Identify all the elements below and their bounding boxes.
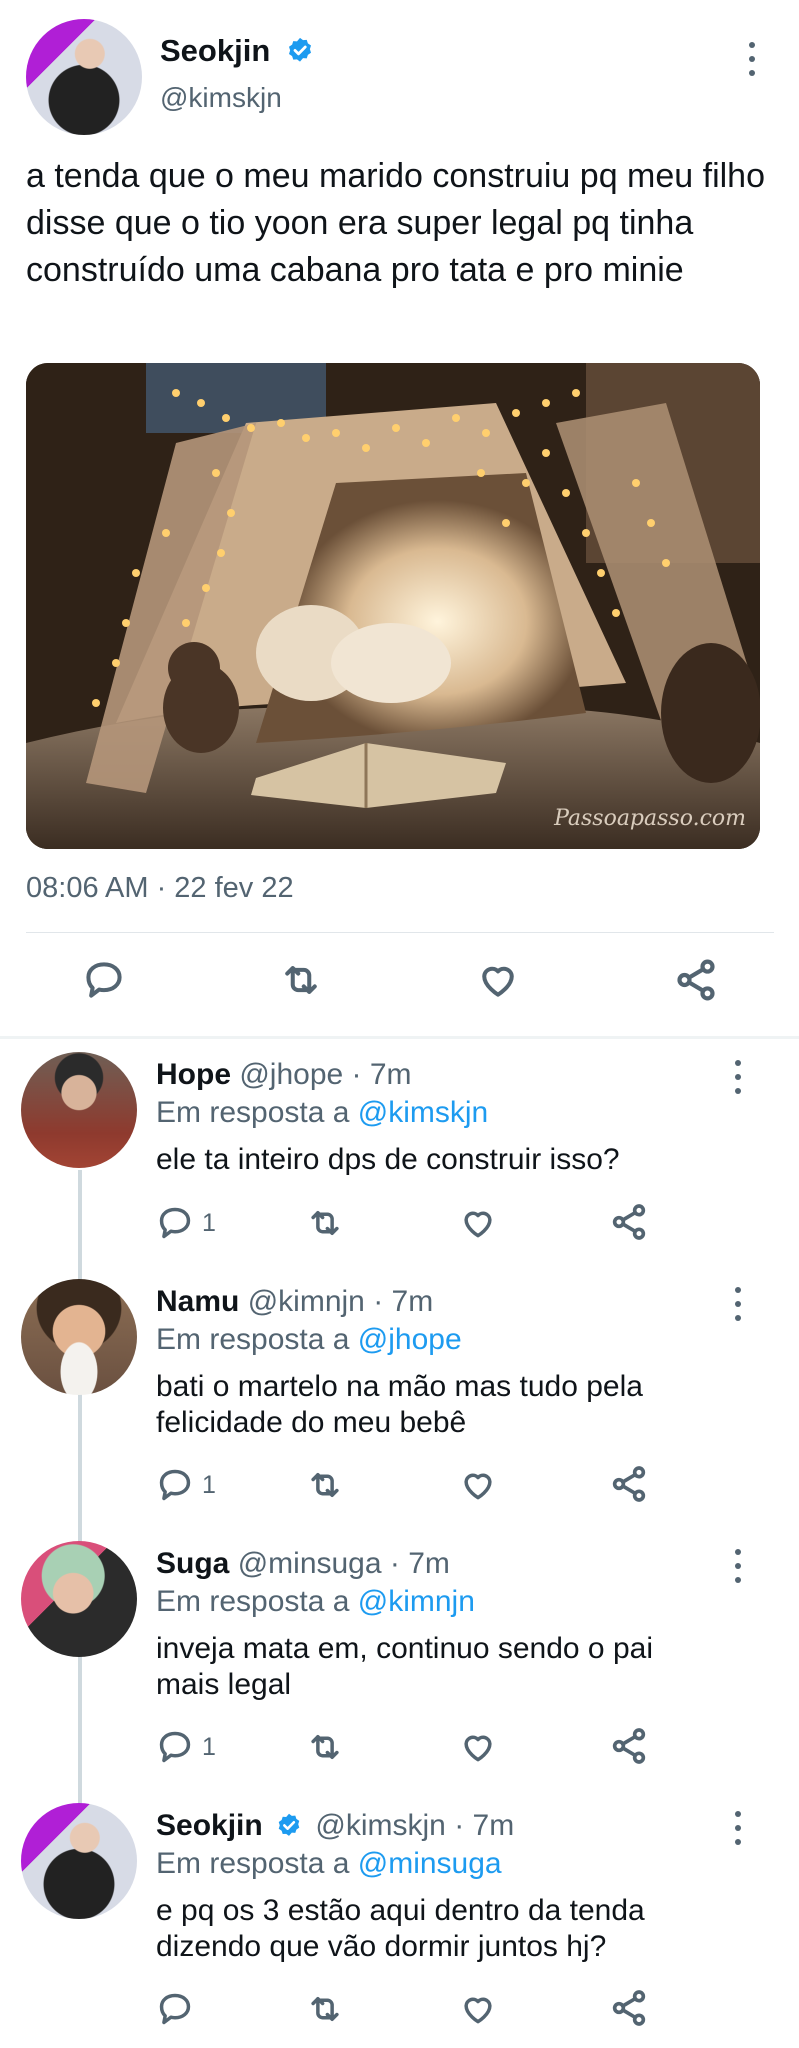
reply-context-label: Em resposta a — [156, 1847, 350, 1880]
author-handle[interactable]: @kimskjn — [160, 82, 282, 114]
share-icon[interactable] — [609, 1202, 649, 1242]
share-icon[interactable] — [609, 1464, 649, 1504]
reply-avatar[interactable] — [21, 1541, 137, 1657]
reply-author-handle[interactable]: @kimskjn — [315, 1809, 445, 1842]
reply-icon — [159, 1469, 191, 1501]
reply-header: Hope @jhope · 7m — [156, 1058, 412, 1092]
reply-icon[interactable] — [79, 955, 129, 1005]
reply-button[interactable] — [156, 1990, 202, 2028]
reply-author-handle[interactable]: @jhope — [239, 1058, 343, 1091]
reply-time: · 7m — [454, 1809, 515, 1842]
section-separator — [0, 1036, 799, 1039]
more-options-icon[interactable] — [740, 42, 764, 76]
reply-context-label: Em resposta a — [156, 1323, 350, 1356]
author-name[interactable]: Seokjin — [160, 33, 270, 68]
reply-context: Em resposta a @kimnjn — [156, 1585, 475, 1619]
reply-context-label: Em resposta a — [156, 1096, 350, 1129]
reply-button[interactable]: 1 — [156, 1204, 216, 1242]
reply-context-label: Em resposta a — [156, 1585, 350, 1618]
share-icon[interactable] — [609, 1726, 649, 1766]
more-options-icon[interactable] — [726, 1287, 750, 1321]
verified-badge-icon — [288, 37, 311, 62]
reply-header: Suga @minsuga · 7m — [156, 1547, 450, 1581]
reply-time: · 7m — [373, 1285, 434, 1318]
tweet-image[interactable]: Passoapasso.com — [26, 363, 760, 849]
thread-connector — [78, 1170, 82, 1810]
reply-context: Em resposta a @kimskjn — [156, 1096, 488, 1130]
reply-text: e pq os 3 estão aqui dentro da tenda diz… — [156, 1894, 645, 1963]
reply-count: 1 — [202, 1732, 216, 1761]
reply-context: Em resposta a @jhope — [156, 1323, 462, 1357]
like-icon[interactable] — [458, 1204, 498, 1242]
retweet-icon[interactable] — [304, 1466, 346, 1504]
reply-icon — [159, 1993, 191, 2025]
author-avatar[interactable] — [26, 19, 142, 135]
tweet-actions — [26, 955, 774, 1015]
reply-count: 1 — [202, 1470, 216, 1499]
like-icon[interactable] — [473, 955, 523, 1005]
more-options-icon[interactable] — [726, 1811, 750, 1845]
divider — [26, 932, 774, 933]
verified-badge-icon — [278, 1813, 300, 1836]
like-icon[interactable] — [458, 1466, 498, 1504]
reply-icon — [159, 1207, 191, 1239]
more-options-icon[interactable] — [726, 1549, 750, 1583]
reply-author-name[interactable]: Hope — [156, 1058, 231, 1091]
reply-author-name[interactable]: Suga — [156, 1547, 229, 1580]
retweet-icon[interactable] — [304, 1728, 346, 1766]
share-icon[interactable] — [609, 1988, 649, 2028]
reply-author-handle[interactable]: @kimnjn — [248, 1285, 365, 1318]
reply-text: ele ta inteiro dps de construir isso? — [156, 1143, 620, 1176]
reply-to-link[interactable]: @kimnjn — [358, 1585, 475, 1618]
reply-text: bati o martelo na mão mas tudo pela feli… — [156, 1370, 643, 1439]
retweet-icon[interactable] — [304, 1204, 346, 1242]
like-icon[interactable] — [458, 1728, 498, 1766]
more-options-icon[interactable] — [726, 1060, 750, 1094]
retweet-icon[interactable] — [276, 955, 326, 1005]
reply-author-name[interactable]: Seokjin — [156, 1809, 263, 1842]
share-icon[interactable] — [671, 955, 721, 1005]
like-icon[interactable] — [458, 1990, 498, 2028]
reply-to-link[interactable]: @minsuga — [358, 1847, 502, 1880]
reply-header: Namu @kimnjn · 7m — [156, 1285, 433, 1319]
reply-author-name[interactable]: Namu — [156, 1285, 239, 1318]
reply-to-link[interactable]: @kimskjn — [358, 1096, 488, 1129]
reply-button[interactable]: 1 — [156, 1466, 216, 1504]
retweet-icon[interactable] — [304, 1990, 346, 2028]
reply-text: inveja mata em, continuo sendo o pai mai… — [156, 1632, 653, 1701]
tent-photo — [26, 363, 760, 849]
reply-icon — [159, 1731, 191, 1763]
tweet-text: a tenda que o meu marido construiu pq me… — [26, 157, 766, 289]
author-name-row[interactable]: Seokjin — [160, 33, 315, 69]
reply-context: Em resposta a @minsuga — [156, 1847, 502, 1881]
reply-time: · 7m — [351, 1058, 412, 1091]
image-watermark: Passoapasso.com — [554, 806, 746, 831]
reply-count: 1 — [202, 1208, 216, 1237]
reply-avatar[interactable] — [21, 1803, 137, 1919]
reply-header: Seokjin @kimskjn · 7m — [156, 1809, 514, 1843]
reply-button[interactable]: 1 — [156, 1728, 216, 1766]
reply-author-handle[interactable]: @minsuga — [238, 1547, 382, 1580]
reply-avatar[interactable] — [21, 1279, 137, 1395]
tweet-timestamp[interactable]: 08:06 AM · 22 fev 22 — [26, 872, 294, 905]
reply-to-link[interactable]: @jhope — [358, 1323, 462, 1356]
reply-avatar[interactable] — [21, 1052, 137, 1168]
reply-time: · 7m — [389, 1547, 450, 1580]
